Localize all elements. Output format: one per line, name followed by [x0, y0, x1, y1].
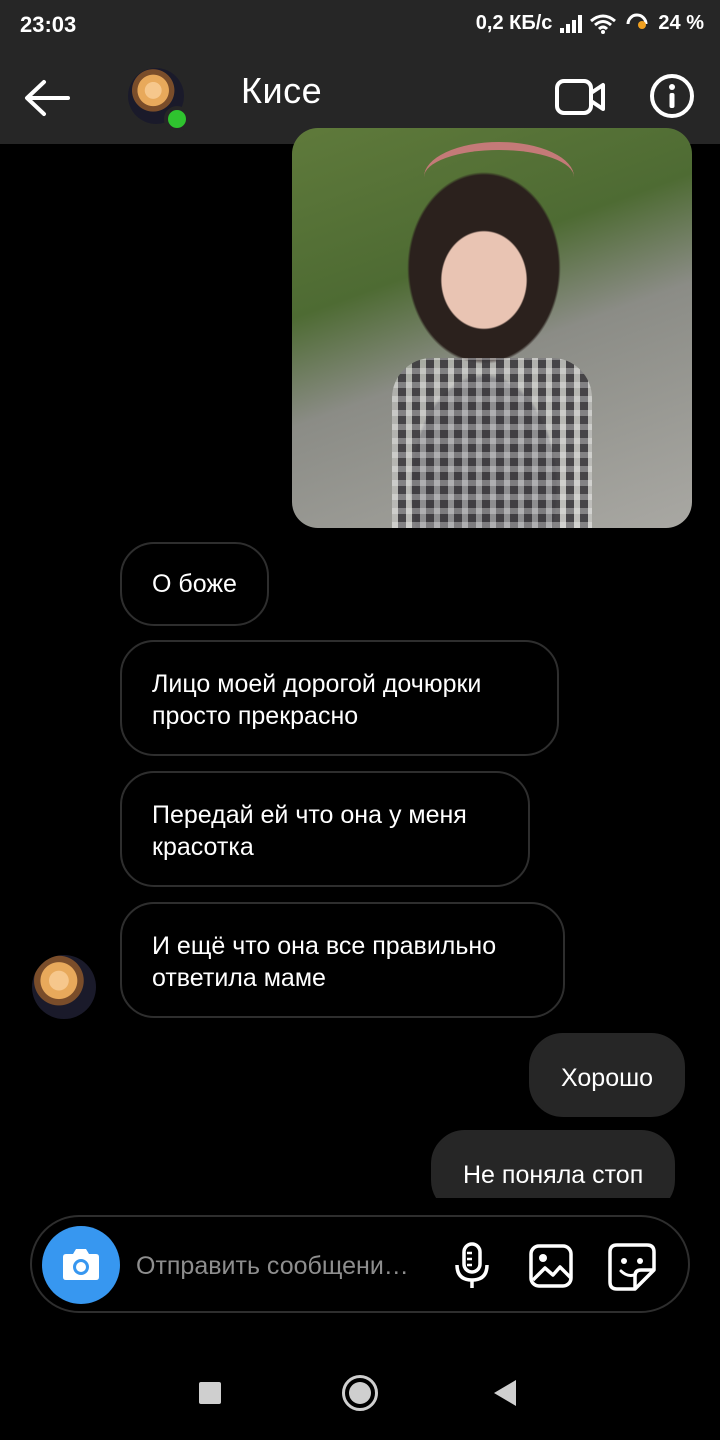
alarm-icon — [626, 13, 648, 29]
home-icon[interactable] — [342, 1375, 378, 1411]
message-clip: Не поняла стоп — [0, 1130, 720, 1198]
message-composer — [30, 1215, 690, 1313]
photo-detail — [392, 358, 592, 528]
message-bubble[interactable]: Не поняла стоп — [431, 1130, 676, 1198]
message-bubble[interactable]: О боже — [120, 542, 269, 626]
sticker-icon[interactable] — [607, 1242, 657, 1292]
wifi-icon — [590, 14, 617, 34]
video-call-icon[interactable] — [554, 76, 606, 118]
message-input[interactable] — [136, 1247, 436, 1285]
message-bubble[interactable]: Передай ей что она у меня красотка — [120, 771, 530, 887]
message-photo[interactable] — [292, 128, 692, 528]
online-status-dot — [164, 106, 190, 132]
status-bar: 23:03 0,2 КБ/с 24 % — [0, 0, 720, 50]
info-icon[interactable] — [648, 72, 696, 120]
battery-percent: 24 % — [658, 12, 704, 34]
message-text: Не поняла стоп — [463, 1161, 644, 1189]
contact-name[interactable]: Кисе — [241, 70, 322, 112]
message-text: Лицо моей дорогой дочюрки просто прекрас… — [152, 670, 482, 730]
gallery-icon[interactable] — [528, 1243, 574, 1289]
message-text: Хорошо — [561, 1064, 654, 1092]
message-bubble[interactable]: Хорошо — [529, 1033, 686, 1117]
sender-avatar[interactable] — [32, 955, 96, 1019]
photo-detail — [424, 142, 574, 212]
system-nav-bar — [0, 1350, 720, 1440]
back-arrow-icon[interactable] — [22, 78, 72, 118]
camera-button[interactable] — [42, 1226, 120, 1304]
signal-icon — [560, 14, 583, 33]
message-bubble[interactable]: И ещё что она все правильно ответила мам… — [120, 902, 565, 1018]
status-indicators: 0,2 КБ/с 24 % — [476, 12, 704, 35]
network-speed: 0,2 КБ/с — [475, 12, 553, 34]
message-bubble[interactable]: Лицо моей дорогой дочюрки просто прекрас… — [120, 640, 559, 756]
back-icon[interactable] — [494, 1380, 516, 1406]
camera-icon — [63, 1249, 99, 1280]
microphone-icon[interactable] — [452, 1241, 492, 1291]
recent-apps-icon[interactable] — [199, 1382, 221, 1404]
message-text: Передай ей что она у меня красотка — [152, 801, 467, 861]
contact-avatar[interactable] — [128, 68, 190, 132]
message-text: О боже — [152, 570, 237, 598]
message-text: И ещё что она все правильно ответила мам… — [152, 932, 497, 992]
status-time: 23:03 — [20, 12, 77, 37]
